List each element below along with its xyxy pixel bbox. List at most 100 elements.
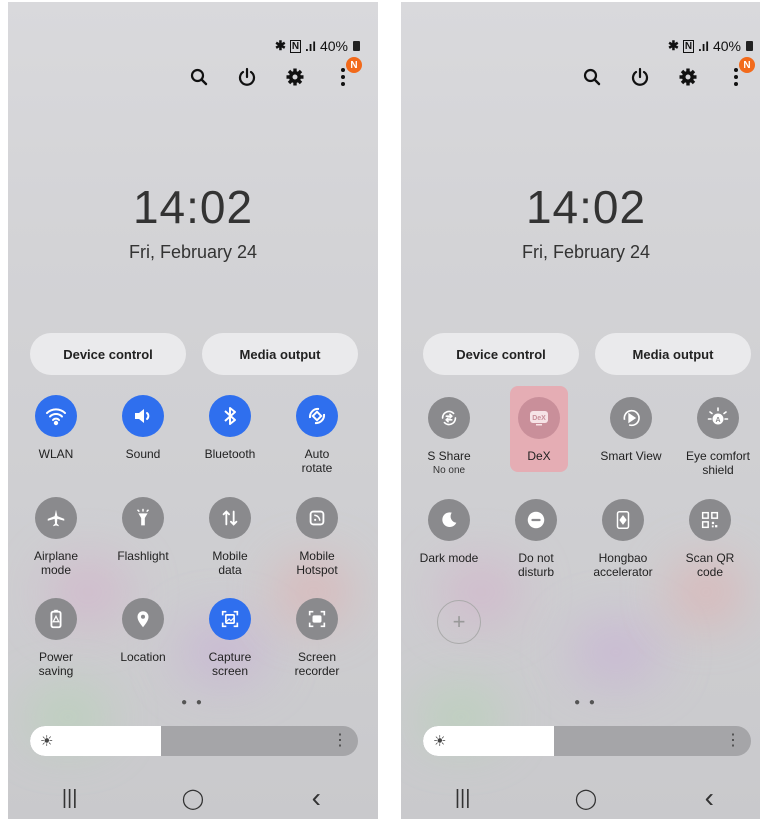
panel-top-actions: N bbox=[188, 57, 362, 88]
tile-flashlight[interactable]: Flashlight bbox=[100, 497, 186, 563]
tile-label: Mobile data bbox=[212, 549, 248, 577]
hotspot-icon bbox=[296, 497, 338, 539]
page-indicator: ● ● bbox=[181, 697, 205, 708]
tile-label: Mobile Hotspot bbox=[296, 549, 338, 577]
tile-label: Do not disturb bbox=[517, 551, 555, 579]
tile-wlan[interactable]: WLAN bbox=[13, 395, 99, 461]
recents-button[interactable]: ||| bbox=[443, 787, 483, 810]
rotate-icon bbox=[296, 395, 338, 437]
tile-label: Eye comfort shield bbox=[685, 449, 751, 477]
status-bar: ✱ N .ıl 40% bbox=[668, 38, 753, 54]
device-control-button[interactable]: Device control bbox=[423, 333, 579, 375]
tile-label: S Share bbox=[427, 449, 471, 463]
clock: 14:02 bbox=[132, 181, 254, 233]
battery-icon bbox=[746, 41, 753, 51]
tile-sound[interactable]: Sound bbox=[100, 395, 186, 461]
tile-dark-mode[interactable]: Dark mode bbox=[406, 499, 492, 565]
brightness-slider[interactable]: ☀ ⋮ bbox=[423, 726, 751, 756]
tile-eye-comfort-shield[interactable]: A Eye comfort shield bbox=[675, 397, 760, 477]
recorder-icon bbox=[296, 598, 338, 640]
search-icon[interactable] bbox=[581, 66, 603, 88]
recents-button[interactable]: ||| bbox=[50, 787, 90, 810]
settings-gear-icon[interactable] bbox=[677, 66, 699, 88]
media-output-button[interactable]: Media output bbox=[202, 333, 358, 375]
media-output-button[interactable]: Media output bbox=[595, 333, 751, 375]
tile-airplane-mode[interactable]: Airplane mode bbox=[13, 497, 99, 577]
tile-auto-rotate[interactable]: Auto rotate bbox=[274, 395, 360, 475]
hongbao-icon bbox=[602, 499, 644, 541]
power-icon[interactable] bbox=[236, 66, 258, 88]
tile-bluetooth[interactable]: Bluetooth bbox=[187, 395, 273, 461]
bg-blur bbox=[571, 622, 661, 682]
wifi-icon bbox=[35, 395, 77, 437]
tile-sublabel: No one bbox=[432, 465, 466, 476]
quick-panel-right: ✱ N .ıl 40% N 14:02 Fri, February 24 Dev… bbox=[401, 2, 760, 819]
quick-panel-left: ✱ N .ıl 40% N 14:02 Fri, February 24 Dev… bbox=[8, 2, 378, 819]
tile-mobile-hotspot[interactable]: Mobile Hotspot bbox=[274, 497, 360, 577]
dex-icon: DeX bbox=[518, 397, 560, 439]
mobile-data-icon bbox=[209, 497, 251, 539]
flashlight-icon bbox=[122, 497, 164, 539]
more-options-icon[interactable]: N bbox=[332, 57, 362, 88]
tile-label: WLAN bbox=[38, 447, 74, 461]
tile-label: Auto rotate bbox=[301, 447, 333, 475]
nfc-status-icon: N bbox=[682, 39, 695, 53]
tile-label: Scan QR code bbox=[685, 551, 735, 579]
tile-hongbao-accelerator[interactable]: Hongbao accelerator bbox=[580, 499, 666, 579]
back-button[interactable]: ‹ bbox=[689, 782, 729, 814]
signal-icon: .ıl bbox=[305, 38, 316, 54]
signal-icon: .ıl bbox=[698, 38, 709, 54]
bluetooth-icon bbox=[209, 395, 251, 437]
tile-label: Location bbox=[120, 650, 166, 664]
panel-top-actions: N bbox=[581, 57, 755, 88]
location-icon bbox=[122, 598, 164, 640]
tile-label: Dark mode bbox=[419, 551, 479, 565]
tile-label: Bluetooth bbox=[204, 447, 256, 461]
device-control-button[interactable]: Device control bbox=[30, 333, 186, 375]
tile-smart-view[interactable]: Smart View bbox=[588, 397, 674, 463]
battery-icon bbox=[35, 598, 77, 640]
home-button[interactable]: ◯ bbox=[173, 786, 213, 811]
tile-s-share[interactable]: S Share No one bbox=[406, 397, 492, 476]
qr-icon bbox=[689, 499, 731, 541]
tile-scan-qr-code[interactable]: Scan QR code bbox=[667, 499, 753, 579]
page-indicator: ● ● bbox=[574, 697, 598, 708]
battery-icon bbox=[353, 41, 360, 51]
battery-percent: 40% bbox=[319, 38, 348, 54]
tile-location[interactable]: Location bbox=[100, 598, 186, 664]
svg-text:DeX: DeX bbox=[532, 415, 546, 422]
brightness-sun-icon: ☀ bbox=[40, 733, 54, 750]
battery-percent: 40% bbox=[712, 38, 741, 54]
tile-label: Airplane mode bbox=[33, 549, 79, 577]
brightness-more-icon[interactable]: ⋮ bbox=[332, 730, 348, 750]
airplane-icon bbox=[35, 497, 77, 539]
tile-mobile-data[interactable]: Mobile data bbox=[187, 497, 273, 577]
smart-view-icon bbox=[610, 397, 652, 439]
search-icon[interactable] bbox=[188, 66, 210, 88]
svg-text:A: A bbox=[715, 417, 720, 424]
tile-capture-screen[interactable]: Capture screen bbox=[187, 598, 273, 678]
brightness-slider[interactable]: ☀ ⋮ bbox=[30, 726, 358, 756]
dnd-icon bbox=[515, 499, 557, 541]
tile-do-not-disturb[interactable]: Do not disturb bbox=[493, 499, 579, 579]
tile-label: Power saving bbox=[38, 650, 74, 678]
tile-power-saving[interactable]: Power saving bbox=[13, 598, 99, 678]
bluetooth-status-icon: ✱ bbox=[667, 38, 679, 53]
s-share-icon bbox=[428, 397, 470, 439]
date: Fri, February 24 bbox=[128, 242, 258, 262]
power-icon[interactable] bbox=[629, 66, 651, 88]
settings-gear-icon[interactable] bbox=[284, 66, 306, 88]
brightness-sun-icon: ☀ bbox=[433, 733, 447, 750]
tile-screen-recorder[interactable]: Screen recorder bbox=[274, 598, 360, 678]
back-button[interactable]: ‹ bbox=[296, 782, 336, 814]
date: Fri, February 24 bbox=[521, 242, 651, 262]
home-button[interactable]: ◯ bbox=[566, 786, 606, 811]
tile-dex[interactable]: DeX DeX bbox=[496, 397, 582, 463]
notification-badge: N bbox=[739, 57, 755, 73]
navigation-bar: ||| ◯ ‹ bbox=[401, 782, 760, 814]
brightness-more-icon[interactable]: ⋮ bbox=[725, 730, 741, 750]
clock: 14:02 bbox=[525, 181, 647, 233]
tile-label: Capture screen bbox=[208, 650, 252, 678]
add-tile-button[interactable]: + bbox=[437, 600, 481, 644]
more-options-icon[interactable]: N bbox=[725, 57, 755, 88]
